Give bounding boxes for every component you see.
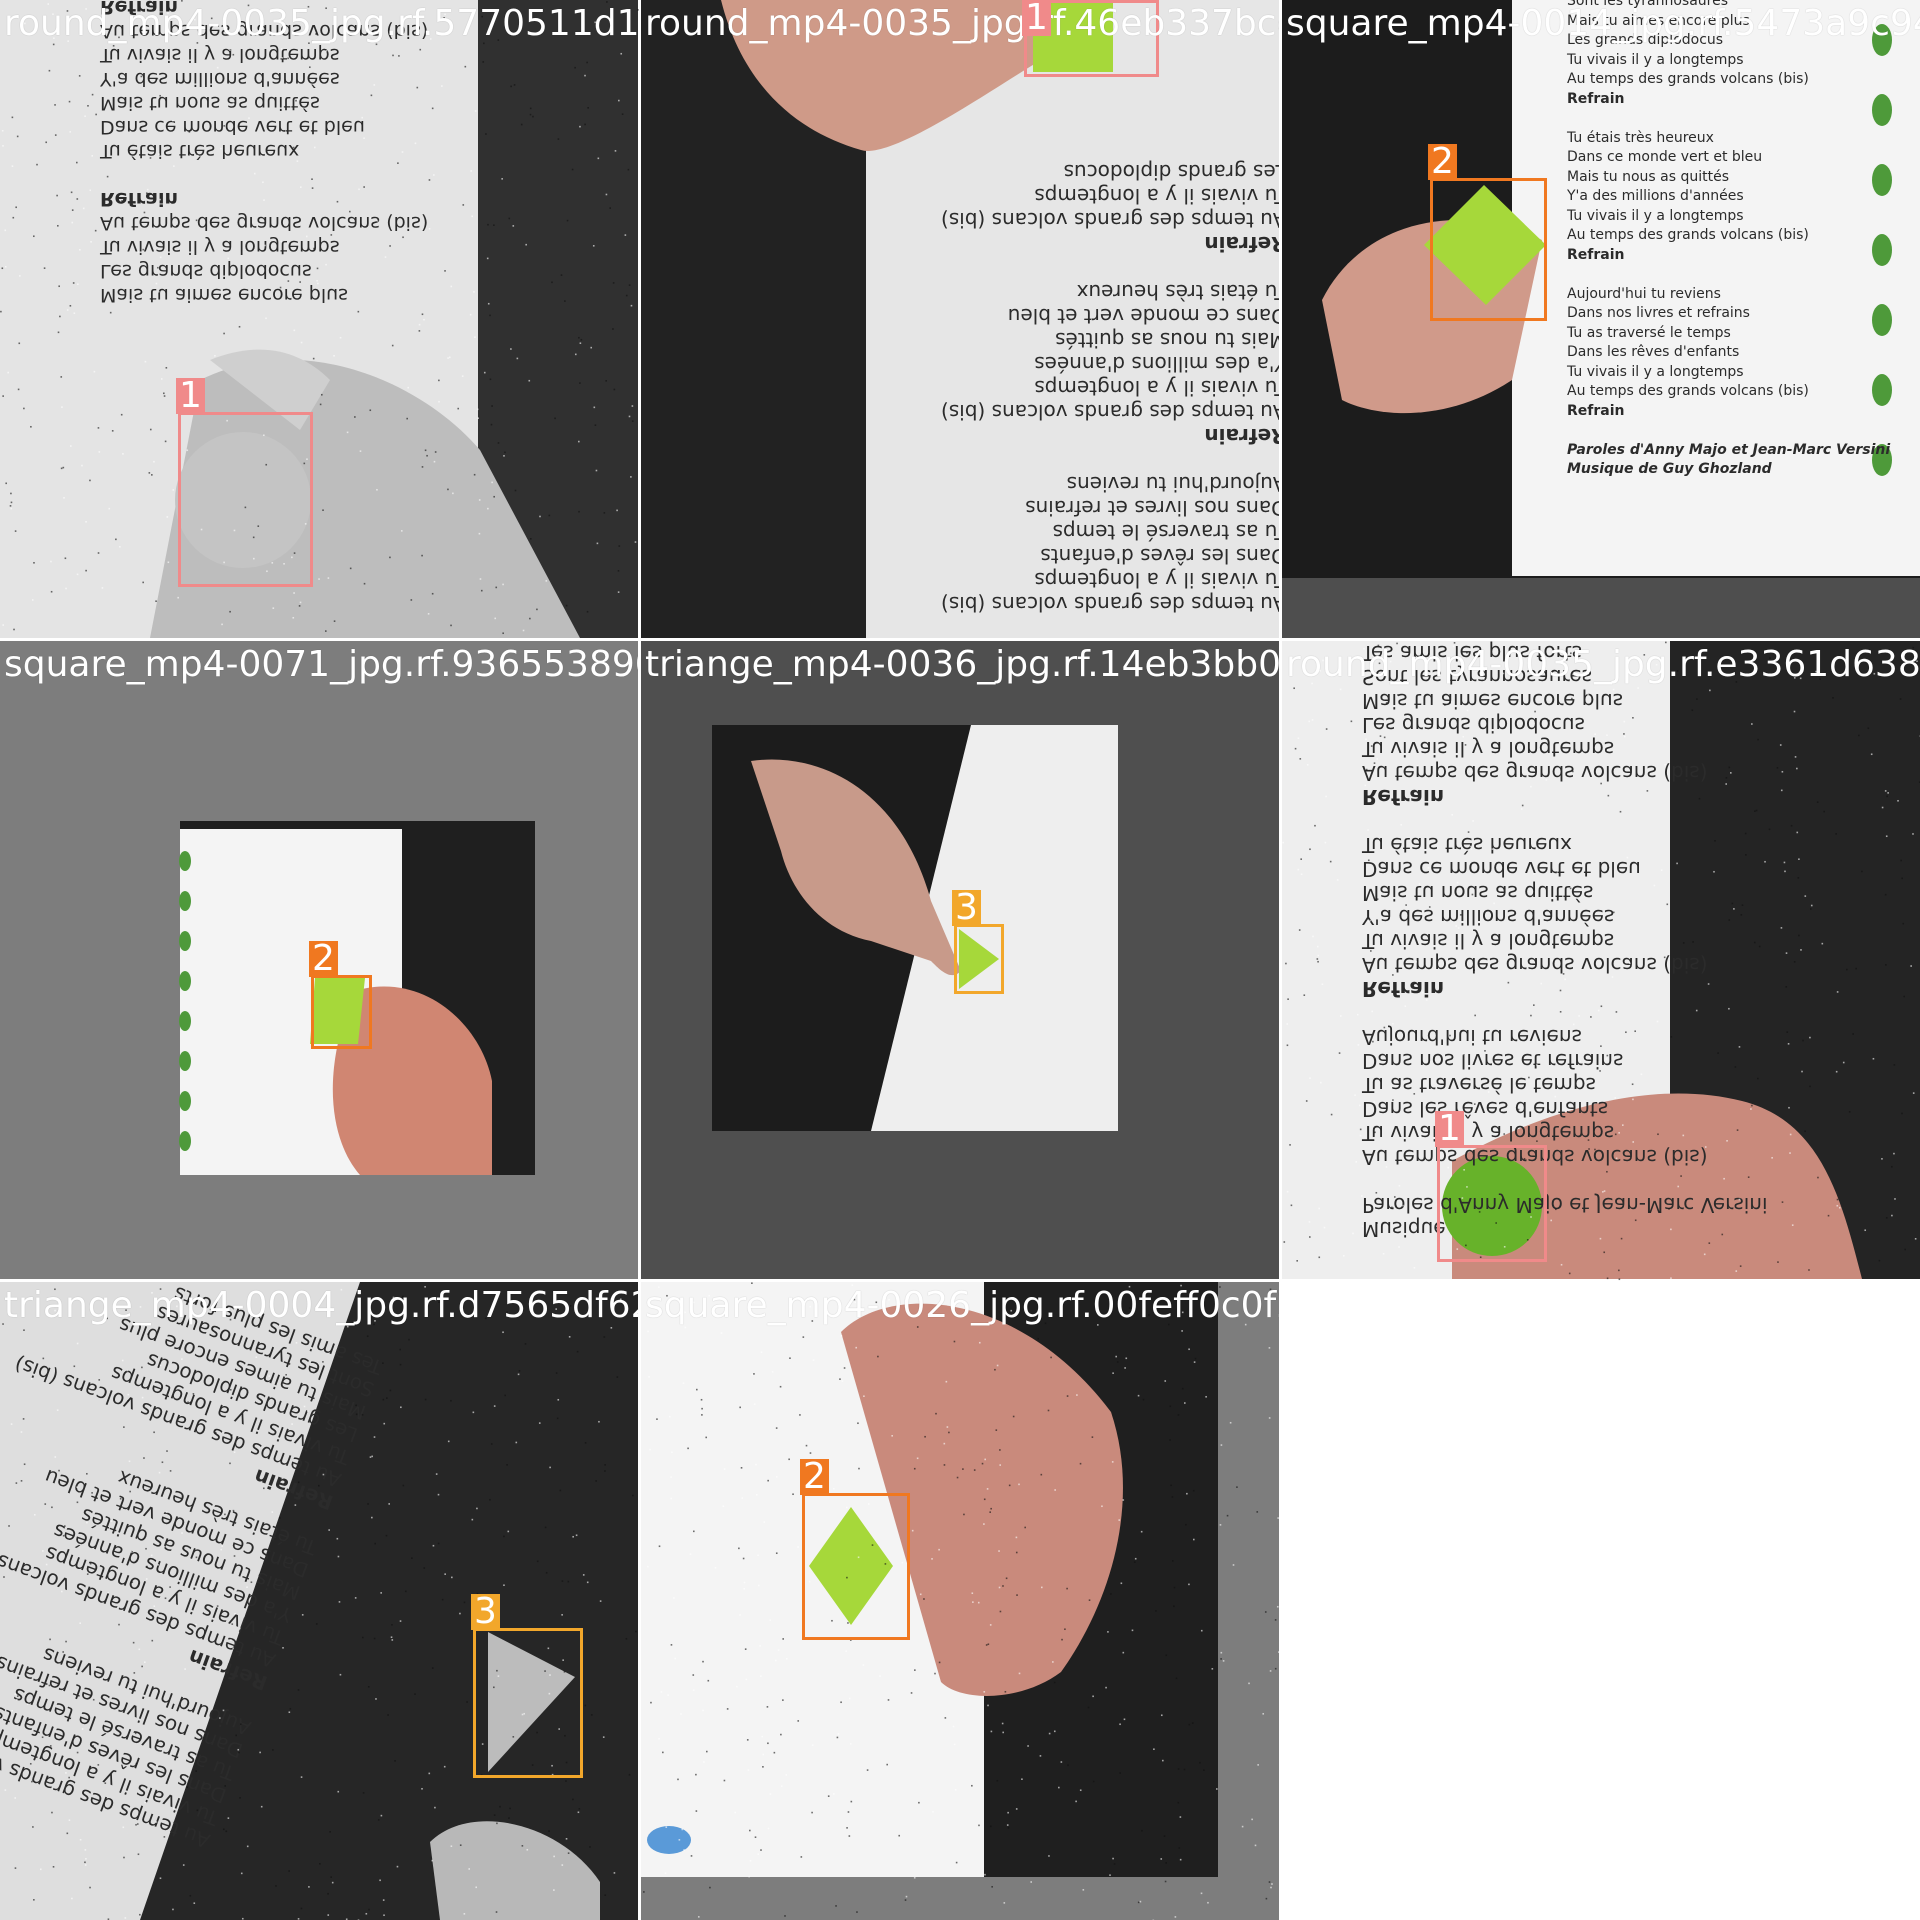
bbox-class-3: [473, 1628, 583, 1778]
tile-3: Sont les tyrannosaures Mais tu aimes enco…: [1282, 0, 1920, 638]
tile-2: Au temps des grands volcans (bis) Tu viva…: [641, 0, 1279, 638]
tile-9-empty: [1282, 1282, 1920, 1920]
tile-4: square_mp4-0071_jpg.rf.93655389053b6e 2: [0, 641, 638, 1279]
tile-4-title: square_mp4-0071_jpg.rf.93655389053b6e: [4, 644, 638, 685]
bbox-label: 1: [1022, 0, 1051, 36]
tile-5-title: triange_mp4-0036_jpg.rf.14eb3bb0c2c08bf: [645, 644, 1279, 685]
tile-3-title: square_mp4-0014_jpg.rf.5473a9c949: [1286, 3, 1920, 44]
bbox-label: 2: [800, 1459, 829, 1495]
bbox-label: 3: [952, 890, 981, 926]
tile-1-lyrics: Mais tu aimes encore plus Les grands dip…: [100, 0, 429, 306]
tile-7-title: triange_mp4-0004_jpg.rf.d7565df6290a53: [4, 1285, 638, 1326]
tile-8-title: square_mp4-0026_jpg.rf.00feff0c0f25ea944: [645, 1285, 1279, 1326]
bbox-label: 2: [1428, 144, 1457, 180]
tile-7: Au temps des grands volcans Tu vivais il …: [0, 1282, 638, 1920]
bbox-label: 2: [309, 941, 338, 977]
tile-2-title: round_mp4-0035_jpg.rf.46eb337bce2eda58e: [645, 3, 1279, 44]
bbox-label: 1: [1435, 1111, 1464, 1147]
tile-2-lyrics: Au temps des grands volcans (bis) Tu viva…: [941, 160, 1279, 616]
bbox-label: 3: [471, 1594, 500, 1630]
bbox-class-2: [802, 1493, 910, 1640]
bbox-class-1: [178, 412, 313, 587]
tile-3-lyrics: Sont les tyrannosaures Mais tu aimes enco…: [1567, 0, 1891, 477]
bbox-class-3: [954, 924, 1004, 994]
tile-8-photo: [641, 1282, 1279, 1920]
bbox-class-2: [1430, 178, 1547, 321]
detection-batch-grid: Mais tu aimes encore plus Les grands dip…: [0, 0, 1920, 1920]
tile-6: Musique Paroles d'Anny Majo et Jean-Marc …: [1282, 641, 1920, 1279]
tile-5: triange_mp4-0036_jpg.rf.14eb3bb0c2c08bf …: [641, 641, 1279, 1279]
bbox-label: 1: [176, 378, 205, 414]
bbox-class-1: [1437, 1145, 1547, 1262]
tile-6-lyrics: Musique Paroles d'Anny Majo et Jean-Marc …: [1362, 641, 1768, 1241]
tile-8: square_mp4-0026_jpg.rf.00feff0c0f25ea944…: [641, 1282, 1279, 1920]
tile-6-title: round_mp4-0035_jpg.rf.e3361d6381f5: [1286, 644, 1920, 685]
bbox-class-2: [311, 975, 372, 1049]
tile-1: Mais tu aimes encore plus Les grands dip…: [0, 0, 638, 638]
tile-1-title: round_mp4-0035_jpg.rf.5770511d1d6d19: [4, 3, 638, 44]
